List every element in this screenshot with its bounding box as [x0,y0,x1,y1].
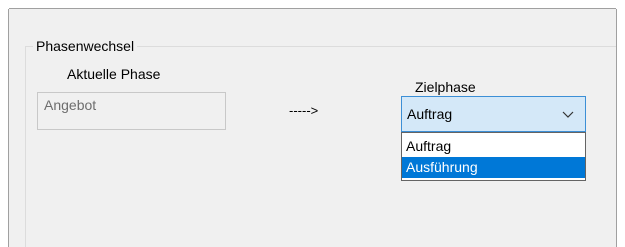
window-frame-right [616,0,625,247]
current-phase-label: Aktuelle Phase [67,66,161,82]
target-phase-selected-value: Auftrag [407,106,453,122]
current-phase-field: Angebot [37,92,226,130]
window-frame-top [0,0,625,9]
phase-arrow-text: -----> [289,103,319,118]
target-phase-dropdown-list: Auftrag Ausführung [401,132,586,181]
chevron-down-icon[interactable] [560,107,576,123]
dialog-window: Phasenwechsel Aktuelle Phase Angebot ---… [0,0,625,247]
dropdown-option-ausfuehrung[interactable]: Ausführung [402,157,585,178]
target-phase-label: Zielphase [415,79,476,95]
dropdown-option-auftrag[interactable]: Auftrag [402,136,585,157]
target-phase-combobox[interactable]: Auftrag [401,96,586,132]
window-frame-left [0,0,9,247]
chevron-down-icon-graphic [562,111,574,118]
phase-change-group-title: Phasenwechsel [33,37,138,55]
